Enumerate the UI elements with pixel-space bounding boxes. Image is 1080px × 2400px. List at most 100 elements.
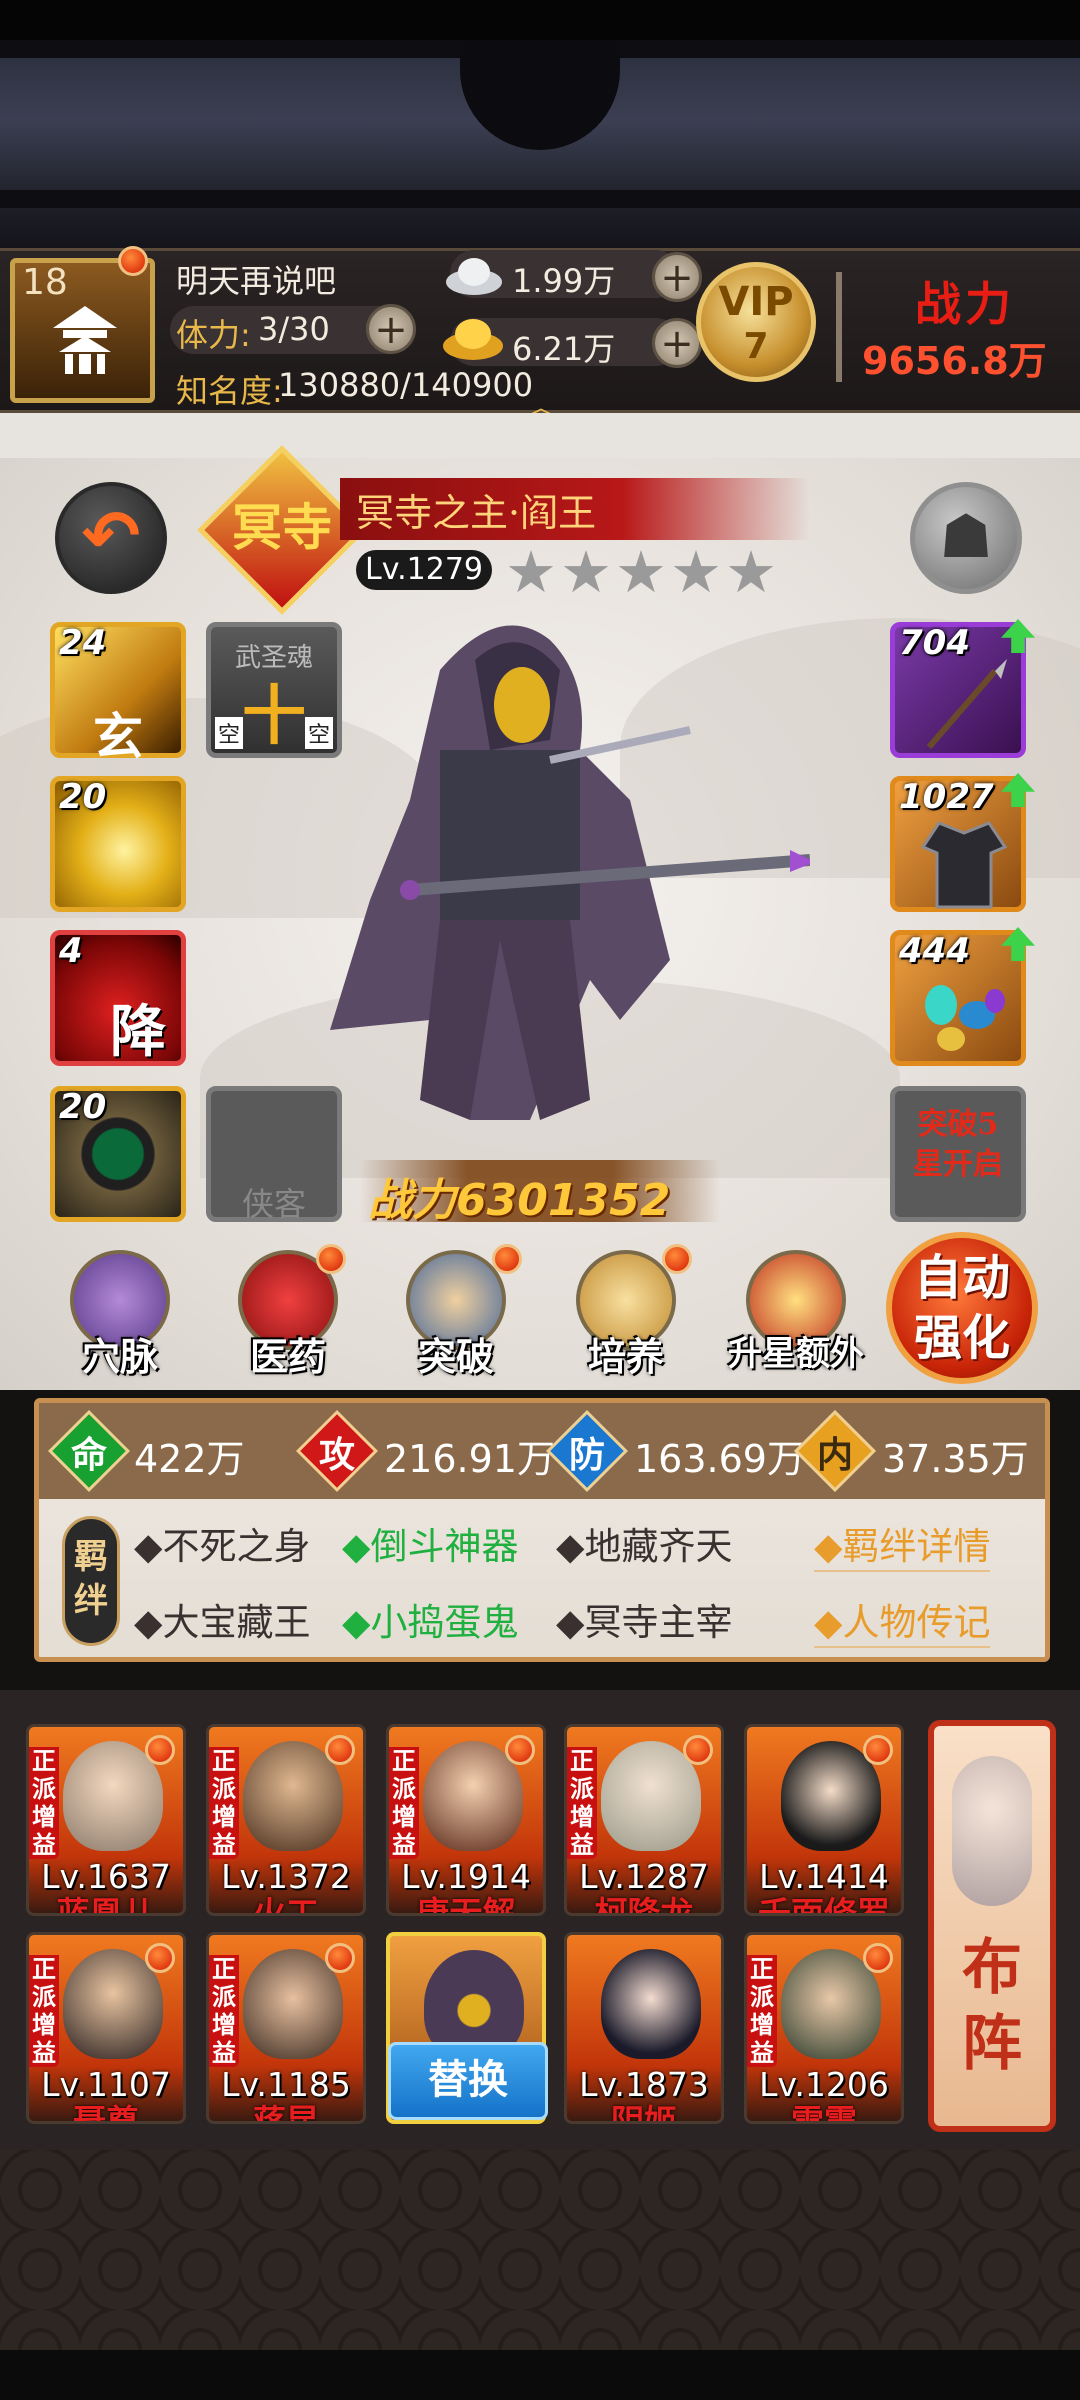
equipment-slot-armor[interactable]: 1027	[890, 773, 1035, 912]
inner-label: 内	[816, 1434, 853, 1476]
bond-item-active: ◆小捣蛋鬼	[342, 1601, 519, 1644]
gold-ingot-icon	[443, 319, 503, 360]
notification-dot	[118, 246, 148, 276]
upgrade-arrow-icon	[991, 921, 1047, 977]
roster-card[interactable]: Lv.1873 阴姬	[564, 1932, 724, 2124]
roster-card[interactable]: 正派增益 Lv.1914 唐无解	[386, 1724, 546, 1916]
card-name: 柯降龙	[594, 1894, 694, 1916]
notification-dot	[683, 1735, 713, 1765]
function-breakthrough-button[interactable]: 突破	[396, 1244, 522, 1379]
equipment-level: 444	[899, 931, 970, 971]
gold-add-button[interactable]: +	[652, 318, 702, 368]
upgrade-arrow-icon	[991, 613, 1047, 669]
card-name: 蓝凰儿	[56, 1894, 156, 1916]
equipment-level: 1027	[899, 777, 994, 817]
bond-item: ◆冥寺主宰	[556, 1601, 733, 1644]
replace-button[interactable]: 替换	[388, 2042, 548, 2120]
roster-card[interactable]: 正派增益 Lv.1372 火工	[206, 1724, 366, 1916]
hero-level: Lv.1279	[356, 550, 492, 590]
notification-dot	[863, 1735, 893, 1765]
hero-name: 冥寺之主·阎王	[356, 491, 597, 535]
notification-dot	[492, 1244, 522, 1274]
notification-dot	[325, 1735, 355, 1765]
equipment-slot-gems[interactable]: 444	[890, 927, 1035, 1066]
card-name: 火工	[253, 1894, 319, 1916]
skill-slot-level: 4	[59, 931, 83, 971]
back-button[interactable]: ↶	[55, 482, 167, 594]
auto-enhance-button[interactable]: 自动强化	[886, 1232, 1038, 1384]
function-meridian-button[interactable]: 穴脉	[60, 1250, 180, 1379]
panel-strip	[0, 413, 1080, 458]
roster-card[interactable]: 正派增益 Lv.1637 蓝凰儿	[26, 1724, 186, 1916]
buff-tag: 正派增益	[29, 1955, 59, 2067]
hero-avatar	[601, 1949, 701, 2059]
bond-item: ◆地藏齐天	[556, 1525, 733, 1568]
fame-value: 130880/140900	[278, 366, 534, 404]
buff-tag: 正派增益	[209, 1955, 239, 2067]
vip-badge[interactable]: VIP 7	[696, 262, 816, 382]
function-training-button[interactable]: 培养	[566, 1244, 692, 1379]
total-power-label: 战力	[915, 277, 1015, 331]
star-icon: ★	[505, 538, 557, 606]
card-name: 蒋昆	[253, 2102, 319, 2124]
hero-power: 战力6301352	[368, 1175, 671, 1226]
bond-item-active: ◆倒斗神器	[342, 1525, 519, 1568]
function-medicine-button[interactable]: 医药	[228, 1244, 348, 1379]
star-icon: ★	[560, 538, 612, 606]
red-skill-icon: 降	[110, 999, 166, 1065]
notification-dot	[316, 1244, 346, 1274]
empty-slot-label: 侠客	[241, 1185, 306, 1223]
guard-avatar-button[interactable]: ☗	[910, 482, 1022, 594]
function-star-extra-button[interactable]: 升星额外	[728, 1250, 864, 1374]
notification-dot	[662, 1244, 692, 1274]
roster-card[interactable]: 正派增益 Lv.1206 雷震	[744, 1932, 904, 2124]
stamina-label: 体力:	[176, 316, 251, 354]
function-label: 穴脉	[81, 1334, 158, 1379]
roster-card[interactable]: 正派增益 Lv.1107 聂尊	[26, 1932, 186, 2124]
inner-value: 37.35万	[882, 1437, 1029, 1481]
hp-value: 422万	[134, 1437, 245, 1481]
silver-value: 1.99万	[512, 262, 616, 300]
buff-tag: 正派增益	[389, 1747, 419, 1859]
roof-ornament	[460, 40, 620, 150]
function-label: 突破	[417, 1334, 494, 1379]
silver-add-button[interactable]: +	[652, 252, 702, 302]
star-icon: ★	[725, 538, 777, 606]
gold-value: 6.21万	[512, 330, 616, 368]
skill-slot-level: 24	[59, 623, 107, 663]
equipment-slot-weapon[interactable]: 704	[890, 619, 1035, 758]
star-icon: ★	[615, 538, 667, 606]
roster-card[interactable]: 正派增益 Lv.1185 蒋昆	[206, 1932, 366, 2124]
upgrade-arrow-icon	[991, 767, 1047, 823]
spear-icon	[926, 659, 1007, 749]
notification-dot	[325, 1943, 355, 1973]
notification-dot	[863, 1943, 893, 1973]
roster-card[interactable]: Lv.1414 千面修罗	[744, 1724, 904, 1916]
locked-slot-text: 突破5星开启	[913, 1107, 1003, 1182]
player-name: 明天再说吧	[176, 262, 337, 300]
function-label: 培养	[587, 1334, 664, 1379]
defense-value: 163.69万	[634, 1437, 805, 1481]
soul-left-tag: 空	[215, 717, 244, 749]
skill-slot-1[interactable]: 24 玄	[50, 622, 186, 766]
vip-level: 7	[743, 326, 769, 367]
silver-ingot-icon	[446, 258, 502, 295]
biography-link[interactable]: ◆人物传记	[814, 1592, 991, 1648]
hero-portrait	[330, 625, 810, 1120]
skill-slot-3[interactable]: 4 降	[50, 930, 186, 1066]
bond-item: ◆大宝藏王	[134, 1601, 311, 1644]
temple-icon	[53, 306, 117, 374]
skill-slot-level: 20	[59, 1087, 107, 1127]
bond-icon: 羁绊	[62, 1516, 120, 1646]
stamina-add-button[interactable]: +	[366, 304, 416, 354]
notification-dot	[145, 1735, 175, 1765]
stamina-value: 3/30	[258, 310, 330, 348]
skill-slot-4[interactable]: 20	[50, 1086, 186, 1222]
bond-detail-link[interactable]: ◆羁绊详情	[814, 1516, 991, 1572]
roster-card[interactable]: 正派增益 Lv.1287 柯降龙	[564, 1724, 724, 1916]
star-icon: ★	[670, 538, 722, 606]
skill-slot-2[interactable]: 20	[50, 776, 186, 912]
function-label: 医药	[249, 1334, 326, 1379]
card-name: 阴姬	[611, 2102, 677, 2124]
locked-slot[interactable]: 突破5星开启	[890, 1086, 1026, 1222]
